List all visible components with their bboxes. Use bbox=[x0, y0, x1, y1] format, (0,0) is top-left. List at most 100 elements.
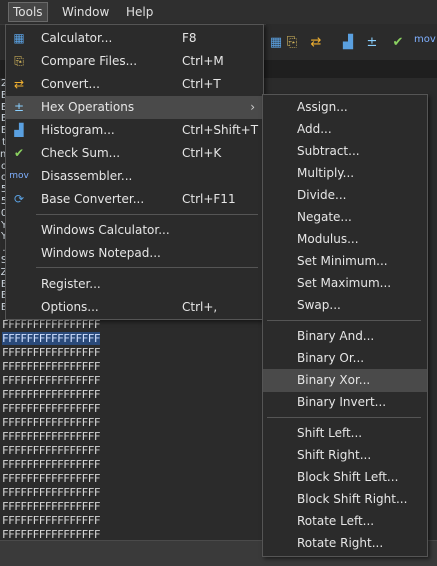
hex-row[interactable]: FFFFFFFFFFFFFFFF bbox=[0, 514, 262, 528]
menu-item-label: Windows Calculator... bbox=[41, 223, 170, 237]
hex-menu-item-subtract[interactable]: Subtract... bbox=[263, 140, 427, 163]
hex-menu-item-binary-and[interactable]: Binary And... bbox=[263, 325, 427, 348]
hex-grid[interactable]: FFFFFFFFFFFFFFFF FFFFFFFFFFFFFFFF FFFFFFFF… bbox=[0, 318, 262, 541]
menu-item-label: Options... bbox=[41, 300, 99, 314]
hex-row[interactable]: FFFFFFFFFFFFFFFF bbox=[0, 472, 262, 486]
checksum-icon: ✔ bbox=[13, 145, 25, 160]
toolbar-compare-files-icon[interactable]: ⎘ bbox=[282, 32, 302, 52]
menu-help[interactable]: Help bbox=[122, 3, 157, 21]
hex-menu-item-rotate-right[interactable]: Rotate Right... bbox=[263, 532, 427, 555]
menu-item-label: Shift Left... bbox=[297, 426, 363, 440]
hex-menu-item-divide[interactable]: Divide... bbox=[263, 184, 427, 207]
tools-menu-item-hex-operations[interactable]: ± Hex Operations › bbox=[6, 96, 263, 119]
hex-menu-item-set-maximum[interactable]: Set Maximum... bbox=[263, 272, 427, 295]
menu-item-shortcut: Ctrl+F11 bbox=[182, 192, 236, 206]
menu-item-shortcut: Ctrl+, bbox=[182, 300, 218, 314]
hex-menu-item-binary-invert[interactable]: Binary Invert... bbox=[263, 391, 427, 414]
hex-row[interactable]: FFFFFFFFFFFFFFFF bbox=[0, 430, 262, 444]
menu-item-label: Disassembler... bbox=[41, 169, 133, 183]
menu-item-label: Block Shift Left... bbox=[297, 470, 399, 484]
hex-menu-item-negate[interactable]: Negate... bbox=[263, 206, 427, 229]
hex-menu-item-add[interactable]: Add... bbox=[263, 118, 427, 141]
menu-item-label: Base Converter... bbox=[41, 192, 145, 206]
hex-row[interactable]: FFFFFFFFFFFFFFFF bbox=[0, 486, 262, 500]
tools-menu-item-register[interactable]: Register... bbox=[6, 273, 263, 296]
hex-selection[interactable]: FFFFFFFFFFFFFFFF bbox=[2, 332, 100, 345]
hex-row[interactable]: FFFFFFFFFFFFFFFF bbox=[0, 360, 262, 374]
toolbar-convert-icon[interactable]: ⇄ bbox=[306, 32, 326, 52]
hex-row[interactable]: FFFFFFFFFFFFFFFF bbox=[0, 416, 262, 430]
hex-menu-item-block-shift-left[interactable]: Block Shift Left... bbox=[263, 466, 427, 489]
tools-menu-item-convert[interactable]: ⇄ Convert... Ctrl+T bbox=[6, 73, 263, 96]
hex-menu-item-shift-left[interactable]: Shift Left... bbox=[263, 422, 427, 445]
hex-menu-item-binary-or[interactable]: Binary Or... bbox=[263, 347, 427, 370]
convert-icon: ⇄ bbox=[13, 76, 25, 91]
menu-separator bbox=[267, 320, 421, 321]
hex-menu-item-binary-xor[interactable]: Binary Xor... bbox=[263, 369, 427, 392]
hex-row[interactable]: FFFFFFFFFFFFFFFF bbox=[0, 458, 262, 472]
hex-menu-item-multiply[interactable]: Multiply... bbox=[263, 162, 427, 185]
tools-menu-item-histogram[interactable]: ▟ Histogram... Ctrl+Shift+T bbox=[6, 119, 263, 142]
menu-item-label: Set Minimum... bbox=[297, 254, 388, 268]
toolbar-histogram-icon[interactable]: ▟ bbox=[338, 32, 358, 52]
menu-separator bbox=[36, 214, 258, 215]
hex-row[interactable]: FFFFFFFFFFFFFFFF bbox=[0, 332, 262, 346]
menu-separator bbox=[36, 267, 258, 268]
hex-row[interactable]: FFFFFFFFFFFFFFFF bbox=[0, 374, 262, 388]
toolbar-hex-operations-icon[interactable]: ± bbox=[362, 32, 382, 52]
menu-item-label: Binary And... bbox=[297, 329, 375, 343]
menu-item-label: Shift Right... bbox=[297, 448, 372, 462]
toolbar-checksum-icon[interactable]: ✔ bbox=[388, 32, 408, 52]
hex-menu-item-modulus[interactable]: Modulus... bbox=[263, 228, 427, 251]
menu-item-label: Add... bbox=[297, 122, 332, 136]
hex-row[interactable]: FFFFFFFFFFFFFFFF bbox=[0, 346, 262, 360]
hex-menu-item-swap[interactable]: Swap... bbox=[263, 294, 427, 317]
menu-separator bbox=[267, 417, 421, 418]
hex-menu-item-set-minimum[interactable]: Set Minimum... bbox=[263, 250, 427, 273]
menu-bar: Tools Window Help bbox=[0, 0, 437, 25]
menu-item-label: Block Shift Right... bbox=[297, 492, 408, 506]
menu-item-shortcut: Ctrl+Shift+T bbox=[182, 123, 259, 137]
menu-item-label: Divide... bbox=[297, 188, 347, 202]
tools-menu-item-disassembler[interactable]: mov Disassembler... bbox=[6, 165, 263, 188]
hex-menu-item-rotate-left[interactable]: Rotate Left... bbox=[263, 510, 427, 533]
menu-item-label: Subtract... bbox=[297, 144, 360, 158]
hex-row[interactable]: FFFFFFFFFFFFFFFF bbox=[0, 500, 262, 514]
hex-row[interactable]: FFFFFFFFFFFFFFFF bbox=[0, 444, 262, 458]
tools-menu-item-options[interactable]: Options... Ctrl+, bbox=[6, 296, 263, 319]
menu-item-label: Binary Invert... bbox=[297, 395, 387, 409]
tools-menu-item-check-sum[interactable]: ✔ Check Sum... Ctrl+K bbox=[6, 142, 263, 165]
menu-item-label: Multiply... bbox=[297, 166, 355, 180]
menu-item-label: Rotate Right... bbox=[297, 536, 384, 550]
menu-item-shortcut: Ctrl+K bbox=[182, 146, 222, 160]
menu-item-label: Calculator... bbox=[41, 31, 113, 45]
tools-menu-item-compare-files[interactable]: ⎘ Compare Files... Ctrl+M bbox=[6, 50, 263, 73]
tools-menu-item-windows-notepad[interactable]: Windows Notepad... bbox=[6, 242, 263, 265]
menu-item-label: Negate... bbox=[297, 210, 352, 224]
menu-item-label: Set Maximum... bbox=[297, 276, 392, 290]
hex-row[interactable]: FFFFFFFFFFFFFFFF bbox=[0, 318, 262, 332]
tools-menu-item-windows-calculator[interactable]: Windows Calculator... bbox=[6, 219, 263, 242]
menu-item-shortcut: F8 bbox=[182, 31, 197, 45]
tools-menu-item-base-converter[interactable]: ⟳ Base Converter... Ctrl+F11 bbox=[6, 188, 263, 211]
hex-menu-item-shift-right[interactable]: Shift Right... bbox=[263, 444, 427, 467]
hex-row[interactable]: FFFFFFFFFFFFFFFF bbox=[0, 402, 262, 416]
toolbar-disassembler-icon[interactable]: mov bbox=[414, 34, 436, 45]
base-converter-icon: ⟳ bbox=[13, 191, 25, 206]
hex-row[interactable]: FFFFFFFFFFFFFFFF bbox=[0, 388, 262, 402]
menu-item-shortcut: Ctrl+M bbox=[182, 54, 224, 68]
menu-item-label: Binary Xor... bbox=[297, 373, 371, 387]
menu-item-label: Assign... bbox=[297, 100, 348, 114]
menu-item-label: Modulus... bbox=[297, 232, 359, 246]
menu-item-shortcut: Ctrl+T bbox=[182, 77, 221, 91]
hex-menu-item-assign[interactable]: Assign... bbox=[263, 96, 427, 119]
menu-item-label: Compare Files... bbox=[41, 54, 138, 68]
histogram-icon: ▟ bbox=[14, 122, 24, 137]
menu-tools[interactable]: Tools bbox=[8, 2, 48, 22]
hex-menu-item-block-shift-right[interactable]: Block Shift Right... bbox=[263, 488, 427, 511]
tools-menu-item-calculator[interactable]: ▦ Calculator... F8 bbox=[6, 27, 263, 50]
hex-operations-icon: ± bbox=[13, 99, 25, 114]
submenu-arrow-icon: › bbox=[250, 100, 255, 114]
menu-item-label: Hex Operations bbox=[41, 100, 135, 114]
menu-window[interactable]: Window bbox=[58, 3, 113, 21]
